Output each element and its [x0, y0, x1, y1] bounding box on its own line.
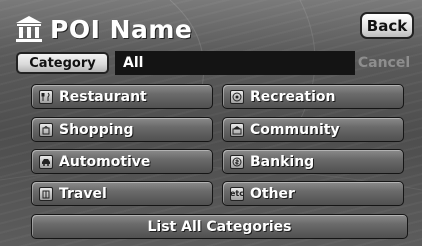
category-label: Community: [250, 121, 340, 138]
recreation-icon: [230, 89, 244, 104]
category-label: Automotive: [59, 153, 151, 170]
shopping-icon: [39, 122, 53, 137]
category-label: Recreation: [250, 88, 336, 105]
list-all-categories-button[interactable]: List All Categories: [31, 214, 408, 239]
category-recreation-button[interactable]: Recreation: [222, 84, 404, 109]
other-icon: etc: [230, 186, 244, 201]
category-shopping-button[interactable]: Shopping: [31, 117, 213, 142]
category-label: Restaurant: [59, 88, 147, 105]
category-label: Shopping: [59, 121, 134, 138]
category-restaurant-button[interactable]: Restaurant: [31, 84, 213, 109]
automotive-icon: [39, 154, 53, 169]
category-button[interactable]: Category: [16, 52, 109, 74]
category-other-button[interactable]: etc Other: [222, 181, 404, 206]
category-banking-button[interactable]: Banking: [222, 149, 404, 174]
category-travel-button[interactable]: Travel: [31, 181, 213, 206]
category-community-button[interactable]: Community: [222, 117, 404, 142]
banking-icon: [230, 154, 244, 169]
back-button[interactable]: Back: [360, 12, 414, 39]
landmark-icon: [16, 16, 42, 42]
community-icon: [230, 122, 244, 137]
category-label: Travel: [59, 185, 107, 202]
category-automotive-button[interactable]: Automotive: [31, 149, 213, 174]
title-row: POI Name: [14, 10, 192, 48]
category-label: Other: [250, 185, 295, 202]
category-field[interactable]: All: [115, 51, 355, 75]
restaurant-icon: [39, 89, 53, 104]
poi-name-screen: POI Name Back Category All Cancel Restau…: [0, 0, 422, 246]
travel-icon: [39, 186, 53, 201]
page-title: POI Name: [50, 14, 193, 44]
cancel-button[interactable]: Cancel: [356, 51, 412, 75]
category-label: Banking: [250, 153, 315, 170]
